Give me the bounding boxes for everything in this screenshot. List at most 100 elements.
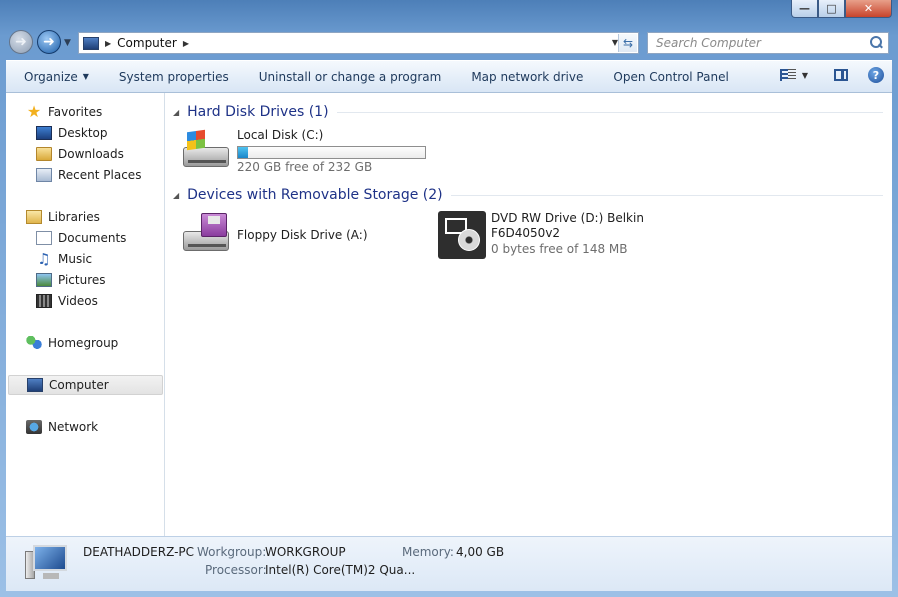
music-note-icon: ♫ — [37, 250, 51, 268]
workgroup-label: Workgroup: — [197, 545, 267, 559]
dvd-drive-icon — [438, 211, 486, 259]
system-properties-button[interactable]: System properties — [104, 61, 244, 92]
pictures-icon — [36, 273, 52, 287]
drive-name: Local Disk (C:) — [237, 128, 324, 142]
sidebar-item-documents[interactable]: Documents — [36, 228, 126, 248]
computer-icon — [83, 36, 99, 50]
sidebar-item-label: Videos — [58, 294, 98, 308]
drive-name-line1: DVD RW Drive (D:) Belkin — [491, 211, 644, 225]
back-arrow-icon: ➜ — [15, 34, 27, 50]
maximize-button[interactable]: □ — [818, 0, 845, 18]
sidebar-item-downloads[interactable]: Downloads — [36, 144, 124, 164]
sidebar-item-homegroup[interactable]: Homegroup — [26, 333, 118, 353]
network-icon — [26, 420, 42, 434]
refresh-icon: ⇆ — [622, 36, 634, 50]
group-divider — [450, 194, 883, 196]
content-area: ★ Favorites Desktop Downloads Recent Pla… — [6, 93, 892, 536]
libraries-icon — [26, 210, 42, 224]
sidebar-item-network[interactable]: Network — [26, 417, 98, 437]
search-box[interactable]: Search Computer — [647, 32, 889, 54]
uninstall-program-button[interactable]: Uninstall or change a program — [244, 61, 457, 92]
sidebar-item-libraries[interactable]: Libraries — [26, 207, 100, 227]
map-network-drive-button[interactable]: Map network drive — [456, 61, 598, 92]
navigation-pane: ★ Favorites Desktop Downloads Recent Pla… — [6, 93, 165, 536]
windows-logo-icon — [187, 129, 205, 151]
film-strip-icon — [36, 294, 52, 308]
forward-arrow-icon: ➜ — [43, 34, 55, 50]
help-icon[interactable]: ? — [868, 67, 884, 83]
sidebar-item-computer[interactable]: Computer — [8, 375, 163, 395]
documents-icon — [36, 231, 52, 245]
star-icon: ★ — [26, 102, 42, 121]
collapse-triangle-icon[interactable]: ◢ — [173, 108, 179, 117]
details-pane: DEATHADDERZ-PC Workgroup: WORKGROUP Memo… — [6, 536, 892, 591]
view-dropdown-icon[interactable]: ▼ — [802, 71, 808, 80]
group-title: Devices with Removable Storage (2) — [187, 187, 443, 203]
sidebar-item-label: Pictures — [58, 273, 106, 287]
sidebar-item-label: Documents — [58, 231, 127, 245]
group-header-hard-disk[interactable]: ◢ Hard Disk Drives (1) — [173, 102, 883, 122]
sidebar-item-label: Network — [48, 420, 99, 434]
change-view-icon[interactable] — [779, 68, 796, 82]
group-title: Hard Disk Drives (1) — [187, 104, 329, 120]
explorer-window: — □ ✕ ➜ ➜ ▼ ▶ Computer ▶ ▼ ⇆ Search Comp… — [0, 0, 898, 597]
drive-name-line2: F6D4050v2 — [491, 226, 561, 240]
open-control-panel-button[interactable]: Open Control Panel — [598, 61, 743, 92]
sidebar-item-label: Libraries — [48, 210, 100, 224]
chevron-down-icon: ▼ — [82, 72, 89, 81]
search-input[interactable]: Search Computer — [656, 36, 868, 50]
floppy-disk-icon — [201, 213, 227, 237]
sidebar-item-favorites[interactable]: ★ Favorites — [26, 102, 102, 122]
sidebar-item-label: Computer — [49, 378, 109, 392]
sidebar-item-pictures[interactable]: Pictures — [36, 270, 106, 290]
caption-buttons: — □ ✕ — [791, 0, 892, 18]
preview-pane-icon[interactable] — [834, 69, 848, 81]
downloads-folder-icon — [36, 147, 52, 161]
refresh-button[interactable]: ⇆ — [618, 34, 637, 52]
breadcrumb-arrow-icon[interactable]: ▶ — [105, 39, 111, 48]
processor-label: Processor: — [205, 563, 267, 577]
sidebar-item-label: Favorites — [48, 105, 103, 119]
memory-label: Memory: — [402, 545, 454, 559]
search-icon[interactable] — [868, 35, 884, 51]
forward-button[interactable]: ➜ — [37, 30, 61, 54]
sidebar-item-label: Music — [58, 252, 93, 266]
collapse-triangle-icon[interactable]: ◢ — [173, 191, 179, 200]
sidebar-item-label: Recent Places — [58, 168, 142, 182]
drive-usage-fill — [238, 147, 248, 158]
drive-free-space: 220 GB free of 232 GB — [237, 160, 373, 174]
recent-places-icon — [36, 168, 52, 182]
homegroup-icon — [26, 336, 42, 350]
hard-drive-icon — [183, 129, 231, 177]
computer-large-icon — [25, 545, 69, 583]
drive-free-space: 0 bytes free of 148 MB — [491, 242, 628, 256]
drive-name: Floppy Disk Drive (A:) — [237, 228, 368, 242]
recent-pages-dropdown[interactable]: ▼ — [64, 38, 71, 48]
organize-label: Organize — [24, 69, 78, 84]
desktop-icon — [36, 126, 52, 140]
sidebar-item-label: Homegroup — [48, 336, 119, 350]
close-button[interactable]: ✕ — [845, 0, 892, 18]
workgroup-value: WORKGROUP — [265, 545, 346, 559]
navigation-bar: ➜ ➜ ▼ ▶ Computer ▶ ▼ ⇆ Search Computer — [6, 28, 892, 58]
disc-icon — [458, 229, 480, 251]
sidebar-item-recent-places[interactable]: Recent Places — [36, 165, 141, 185]
view-controls: ▼ ? — [779, 67, 884, 83]
back-button[interactable]: ➜ — [9, 30, 33, 54]
sidebar-item-music[interactable]: ♫ Music — [36, 249, 92, 269]
sidebar-item-label: Desktop — [58, 126, 108, 140]
file-list: ◢ Hard Disk Drives (1) Local Disk (C:) 2… — [165, 93, 892, 536]
computer-icon — [27, 378, 43, 392]
breadcrumb-arrow-icon[interactable]: ▶ — [183, 39, 189, 48]
address-bar[interactable]: ▶ Computer ▶ ▼ ⇆ — [78, 32, 639, 54]
breadcrumb-computer[interactable]: Computer — [117, 36, 177, 50]
drive-usage-bar — [237, 146, 426, 159]
sidebar-item-videos[interactable]: Videos — [36, 291, 98, 311]
group-header-removable[interactable]: ◢ Devices with Removable Storage (2) — [173, 185, 883, 205]
command-bar: Organize ▼ System properties Uninstall o… — [6, 60, 892, 93]
floppy-drive-icon — [183, 213, 231, 261]
group-divider — [336, 111, 883, 113]
minimize-button[interactable]: — — [791, 0, 818, 18]
sidebar-item-desktop[interactable]: Desktop — [36, 123, 108, 143]
organize-button[interactable]: Organize ▼ — [6, 61, 104, 92]
